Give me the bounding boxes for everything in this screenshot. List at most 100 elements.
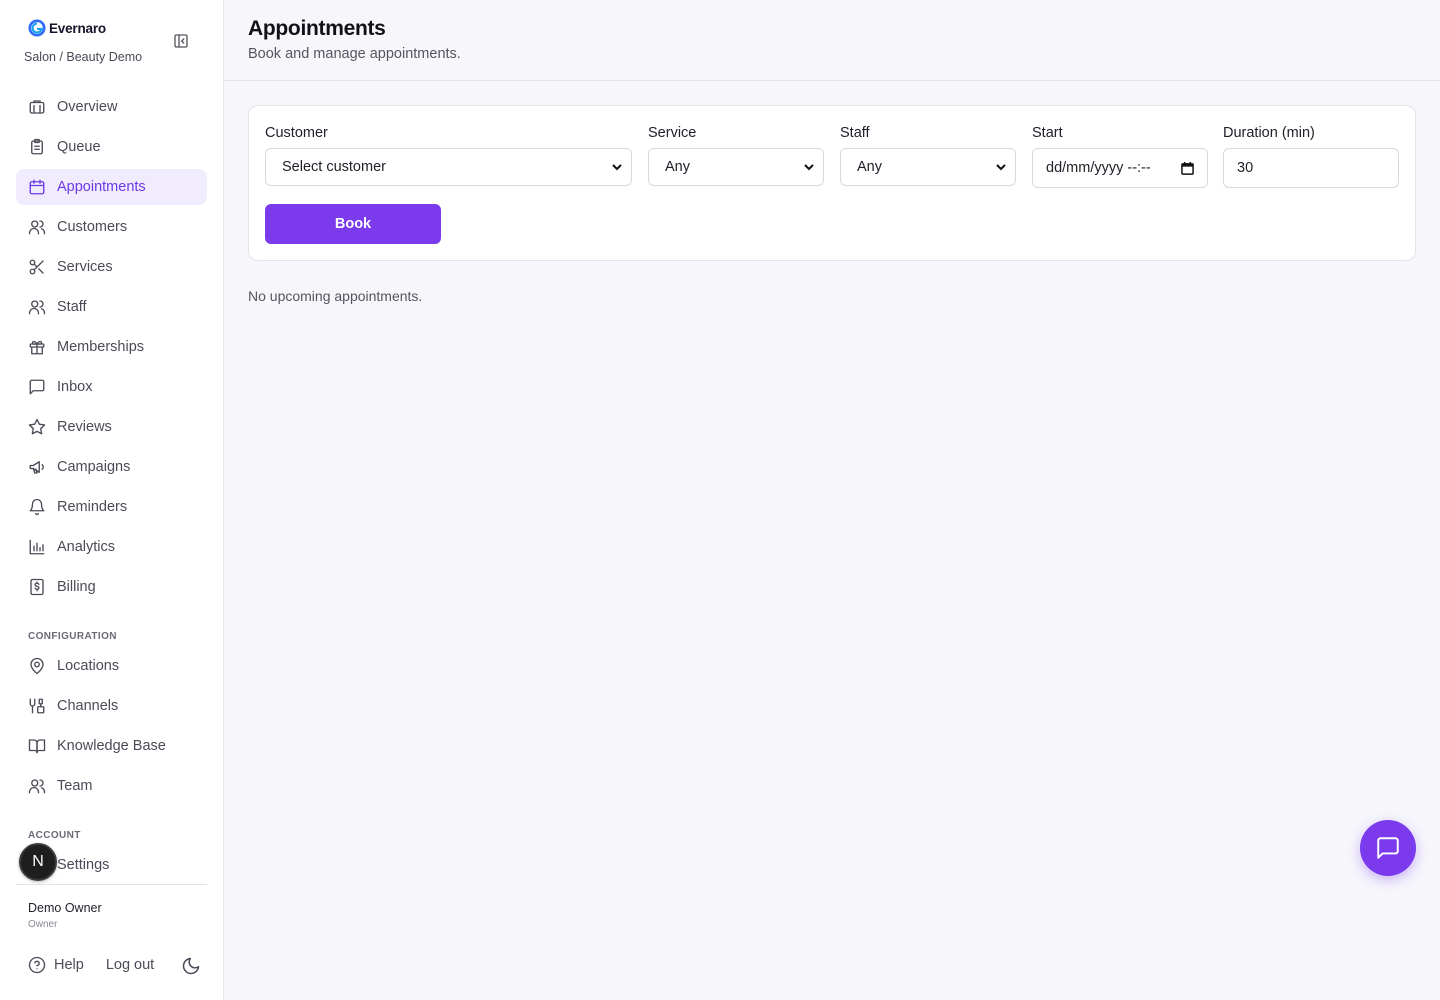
customer-label: Customer [265,125,328,141]
brand[interactable]: Evernaro [28,19,106,37]
building-icon [29,100,45,114]
book-open-icon [28,739,46,754]
sidebar-item-campaigns[interactable]: Campaigns [16,449,207,485]
staff-label: Staff [840,125,870,141]
staff-select-value: Any [857,159,882,175]
chevron-down-icon [612,164,622,171]
sidebar-item-services[interactable]: Services [16,249,207,285]
sidebar-item-label: Overview [57,99,118,115]
panel-left-close-icon [174,34,188,48]
duration-field: Duration (min) 30 [1223,125,1399,188]
sidebar-item-label: Customers [57,219,128,235]
sidebar-item-label: Memberships [57,339,145,355]
sidebar-item-label: Settings [57,857,110,873]
user-role: Owner [28,919,58,930]
sidebar-item-reminders[interactable]: Reminders [16,489,207,525]
section-label-account: Account [28,830,81,841]
duration-value: 30 [1237,160,1254,176]
star-icon [28,418,46,435]
calendar-picker-icon[interactable] [1181,161,1194,175]
collapse-sidebar-button[interactable] [172,32,190,50]
page-header: Appointments Book and manage appointment… [224,0,1440,81]
staff-field: Staff Any [840,125,1016,186]
sidebar-item-appointments[interactable]: Appointments [16,169,207,205]
sidebar-item-label: Team [57,778,93,794]
service-field: Service Any [648,125,824,186]
brand-name: Evernaro [49,20,106,36]
sidebar-footer: Help Log out [28,956,154,974]
evernaro-logo-icon [28,19,46,37]
customer-select-value: Select customer [282,159,386,175]
sidebar-item-billing[interactable]: Billing [16,569,207,605]
moon-icon[interactable] [181,956,201,976]
sidebar-item-reviews[interactable]: Reviews [16,409,207,445]
sidebar-item-memberships[interactable]: Memberships [16,329,207,365]
duration-input[interactable]: 30 [1223,148,1399,188]
logout-link[interactable]: Log out [106,957,154,973]
customer-select[interactable]: Select customer [265,148,632,186]
customer-field: Customer Select customer [265,125,632,186]
service-label: Service [648,125,697,141]
sidebar-item-label: Reminders [57,499,128,515]
sidebar-item-staff[interactable]: Staff [16,289,207,325]
page-title: Appointments [248,17,386,40]
sidebar-item-label: Campaigns [57,459,131,475]
sidebar-item-overview[interactable]: Overview [16,89,207,125]
help-link[interactable]: Help [28,956,84,974]
sidebar-item-label: Inbox [57,379,93,395]
bell-icon [29,498,45,516]
start-datetime-value: dd/mm/yyyy --:-- [1046,160,1151,176]
sidebar-item-customers[interactable]: Customers [16,209,207,245]
sidebar-item-label: Reviews [57,419,112,435]
sidebar-item-label: Appointments [57,179,146,195]
megaphone-icon [29,461,44,474]
sidebar-item-knowledge-base[interactable]: Knowledge Base [16,728,207,764]
config-nav: Locations Channels Knowledge Base Team [16,648,207,808]
start-label: Start [1032,125,1063,141]
book-button[interactable]: Book [265,204,441,244]
message-square-icon [1377,837,1399,859]
section-label-configuration: Configuration [28,631,117,642]
service-select-value: Any [665,159,690,175]
user-name: Demo Owner [28,901,102,915]
sidebar-item-label: Billing [57,579,96,595]
avatar[interactable]: N [19,843,57,881]
map-pin-icon [30,657,44,675]
sidebar-item-label: Analytics [57,539,116,555]
receipt-icon [30,578,44,596]
sidebar-item-team[interactable]: Team [16,768,207,804]
booking-form-card: Customer Select customer Service Any Sta… [248,105,1416,261]
sidebar-item-label: Knowledge Base [57,738,166,754]
users-icon [28,220,46,235]
chevron-down-icon [804,164,814,171]
clipboard-icon [31,138,43,155]
page-subtitle: Book and manage appointments. [248,46,461,62]
sidebar-item-queue[interactable]: Queue [16,129,207,165]
workspace-name: Salon / Beauty Demo [24,50,143,64]
users-icon [28,779,46,794]
sidebar-item-inbox[interactable]: Inbox [16,369,207,405]
sidebar-item-analytics[interactable]: Analytics [16,529,207,565]
start-datetime-input[interactable]: dd/mm/yyyy --:-- [1032,148,1208,188]
channels-icon [29,698,45,714]
scissors-icon [29,259,44,275]
sidebar-item-label: Locations [57,658,120,674]
staff-select[interactable]: Any [840,148,1016,186]
sidebar-divider [16,884,207,885]
sidebar-item-label: Staff [57,299,87,315]
help-label: Help [54,957,84,973]
sidebar-item-label: Services [57,259,113,275]
sidebar-item-label: Queue [57,139,101,155]
duration-label: Duration (min) [1223,125,1315,141]
sidebar-item-locations[interactable]: Locations [16,648,207,684]
bar-chart-icon [29,539,45,555]
help-circle-icon [28,956,46,974]
start-field: Start dd/mm/yyyy --:-- [1032,125,1208,188]
chat-button[interactable] [1360,820,1416,876]
calendar-icon [29,179,45,195]
gift-icon [29,340,45,355]
sidebar-item-label: Channels [57,698,119,714]
service-select[interactable]: Any [648,148,824,186]
users-icon [28,300,46,315]
sidebar-item-channels[interactable]: Channels [16,688,207,724]
